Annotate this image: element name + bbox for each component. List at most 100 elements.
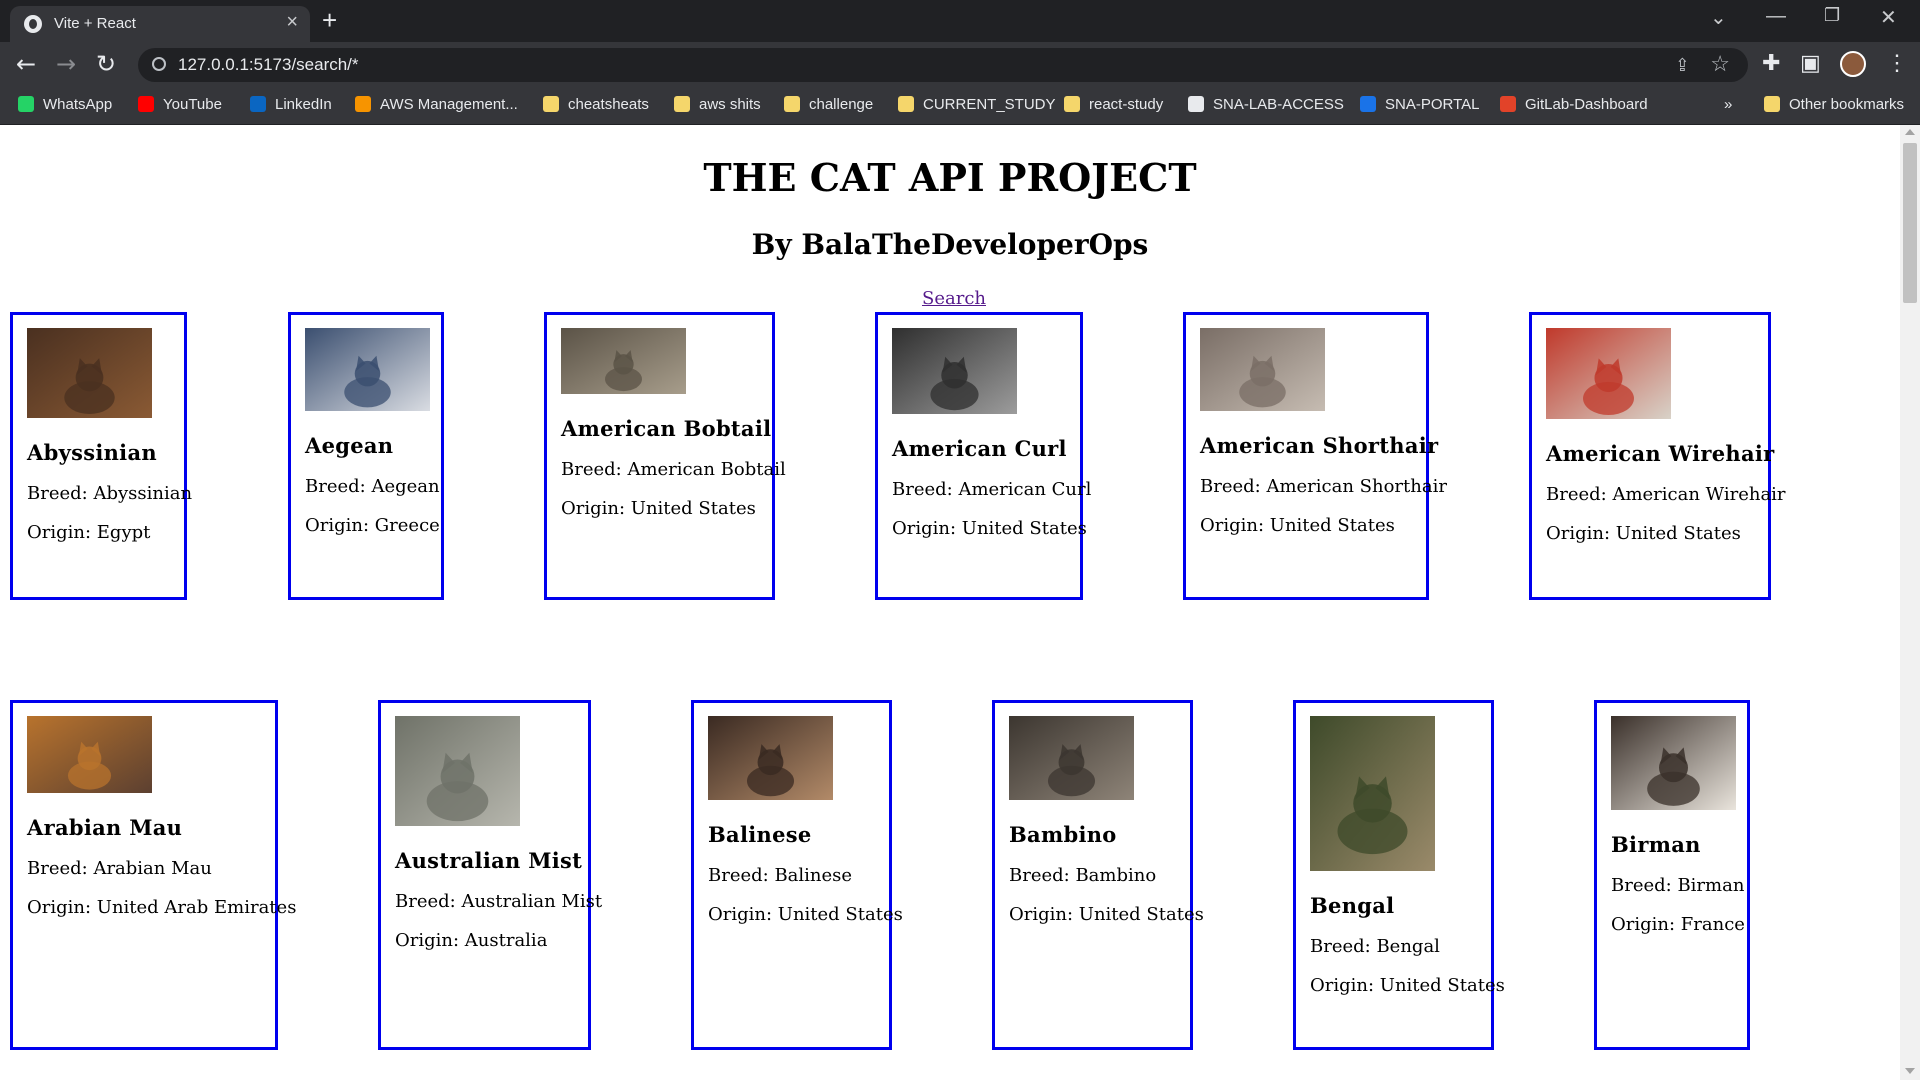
cat-breed: Breed: Arabian Mau <box>27 858 212 879</box>
minimize-icon[interactable]: — <box>1766 5 1786 28</box>
cat-name: Aegean <box>305 433 394 458</box>
tab-bar: Vite + React × + ⌄ — ❐ ✕ <box>0 0 1920 42</box>
linkedin-icon <box>250 96 266 112</box>
profile-avatar[interactable] <box>1840 51 1866 77</box>
bookmark-label: cheatsheats <box>568 96 649 113</box>
cat-name: Bengal <box>1310 893 1395 918</box>
bookmark-item[interactable]: SNA-PORTAL <box>1360 96 1479 113</box>
scroll-thumb[interactable] <box>1903 143 1917 303</box>
bookmark-label: aws shits <box>699 96 761 113</box>
cat-breed: Breed: Australian Mist <box>395 891 603 912</box>
bookmark-label: react-study <box>1089 96 1164 113</box>
bookmark-label: CURRENT_STUDY <box>923 96 1056 113</box>
scroll-down-icon[interactable] <box>1905 1068 1915 1074</box>
bookmark-label: LinkedIn <box>275 96 332 113</box>
browser-tab[interactable]: Vite + React × <box>10 6 310 42</box>
whatsapp-icon <box>18 96 34 112</box>
tab-close-icon[interactable]: × <box>286 11 298 34</box>
cat-card: Abyssinian Breed: Abyssinian Origin: Egy… <box>10 312 193 600</box>
bookmark-item[interactable]: aws shits <box>674 96 761 113</box>
folder-icon <box>784 96 800 112</box>
bookmarks-bar: WhatsApp YouTube LinkedIn AWS Management… <box>0 88 1920 125</box>
cat-card: American Curl Breed: American Curl Origi… <box>875 312 1092 600</box>
reload-icon[interactable]: ↻ <box>96 50 116 78</box>
cat-card: Australian Mist Breed: Australian Mist O… <box>378 700 603 1050</box>
cat-photo <box>27 328 152 418</box>
page-title: THE CAT API PROJECT <box>703 155 1197 200</box>
bookmark-item[interactable]: CURRENT_STUDY <box>898 96 1056 113</box>
bookmarks-overflow-icon[interactable]: » <box>1724 96 1732 113</box>
site-info-icon[interactable] <box>152 57 166 71</box>
gitlab-icon <box>1500 96 1516 112</box>
page-scrollbar[interactable] <box>1900 125 1920 1080</box>
menu-icon[interactable]: ⋮ <box>1886 51 1908 76</box>
cat-origin: Origin: United States <box>1310 975 1505 996</box>
cat-photo <box>892 328 1017 414</box>
cat-name: Abyssinian <box>27 440 157 465</box>
url-text[interactable]: 127.0.0.1:5173/search/* <box>178 55 359 75</box>
cat-origin: Origin: United States <box>561 498 756 519</box>
bookmark-item[interactable]: cheatsheats <box>543 96 649 113</box>
side-panel-icon[interactable]: ▣ <box>1800 51 1821 76</box>
close-window-icon[interactable]: ✕ <box>1880 5 1897 30</box>
cat-card: Bambino Breed: Bambino Origin: United St… <box>992 700 1204 1050</box>
cat-card: Birman Breed: Birman Origin: France <box>1594 700 1750 1050</box>
cat-breed: Breed: Bengal <box>1310 936 1440 957</box>
youtube-icon <box>138 96 154 112</box>
new-tab-icon[interactable]: + <box>322 5 337 36</box>
cat-name: American Bobtail <box>561 416 772 441</box>
bookmark-label: challenge <box>809 96 874 113</box>
bookmark-item[interactable]: react-study <box>1064 96 1163 113</box>
bookmark-item[interactable]: AWS Management... <box>355 96 518 113</box>
portal-icon <box>1360 96 1376 112</box>
bookmark-label: SNA-LAB-ACCESS <box>1213 96 1344 113</box>
folder-icon <box>674 96 690 112</box>
page-subtitle: By BalaTheDeveloperOps <box>751 228 1149 261</box>
bookmark-item[interactable]: YouTube <box>138 96 222 113</box>
cat-name: American Shorthair <box>1200 433 1439 458</box>
cat-photo <box>305 328 430 411</box>
cat-photo <box>1009 716 1134 800</box>
cat-card: Arabian Mau Breed: Arabian Mau Origin: U… <box>10 700 297 1050</box>
cat-card: American Wirehair Breed: American Wireha… <box>1529 312 1786 600</box>
scroll-up-icon[interactable] <box>1905 129 1915 135</box>
site-icon <box>1188 96 1204 112</box>
bookmark-item[interactable]: challenge <box>784 96 873 113</box>
cat-photo <box>1546 328 1671 419</box>
address-bar[interactable]: 127.0.0.1:5173/search/* ⇪ ☆ <box>138 48 1748 82</box>
back-icon[interactable]: ← <box>16 50 36 78</box>
cat-photo <box>1200 328 1325 411</box>
search-link[interactable]: Search <box>922 288 986 309</box>
bookmark-star-icon[interactable]: ☆ <box>1710 52 1730 77</box>
cat-name: American Curl <box>892 436 1067 461</box>
other-bookmarks-label: Other bookmarks <box>1789 96 1905 113</box>
cat-breed: Breed: Birman <box>1611 875 1745 896</box>
restore-icon[interactable]: ❐ <box>1824 5 1840 26</box>
other-bookmarks[interactable]: Other bookmarks <box>1764 96 1904 113</box>
bookmark-item[interactable]: SNA-LAB-ACCESS <box>1188 96 1344 113</box>
bookmark-label: AWS Management... <box>380 96 518 113</box>
cat-breed: Breed: Abyssinian <box>27 483 193 504</box>
cat-photo <box>27 716 152 793</box>
cat-origin: Origin: United States <box>892 518 1087 539</box>
extensions-icon[interactable]: ✚ <box>1762 51 1780 76</box>
cat-origin: Origin: United States <box>1546 523 1741 544</box>
aws-icon <box>355 96 371 112</box>
tab-favicon-icon <box>24 15 42 33</box>
bookmark-item[interactable]: LinkedIn <box>250 96 332 113</box>
tab-title: Vite + React <box>54 15 136 32</box>
forward-icon[interactable]: → <box>56 50 76 78</box>
cat-origin: Origin: Greece <box>305 515 440 536</box>
browser-toolbar: ← → ↻ 127.0.0.1:5173/search/* ⇪ ☆ ✚ ▣ ⋮ <box>0 42 1920 88</box>
cat-breed: Breed: American Curl <box>892 479 1092 500</box>
bookmark-item[interactable]: GitLab-Dashboard <box>1500 96 1648 113</box>
tab-search-icon[interactable]: ⌄ <box>1710 5 1727 30</box>
share-icon[interactable]: ⇪ <box>1675 55 1690 76</box>
cat-origin: Origin: United Arab Emirates <box>27 897 297 918</box>
folder-icon <box>898 96 914 112</box>
folder-icon <box>543 96 559 112</box>
page-content: THE CAT API PROJECT By BalaTheDeveloperO… <box>0 125 1900 1080</box>
cat-name: Australian Mist <box>395 848 583 873</box>
bookmark-item[interactable]: WhatsApp <box>18 96 112 113</box>
cat-card: Balinese Breed: Balinese Origin: United … <box>691 700 903 1050</box>
